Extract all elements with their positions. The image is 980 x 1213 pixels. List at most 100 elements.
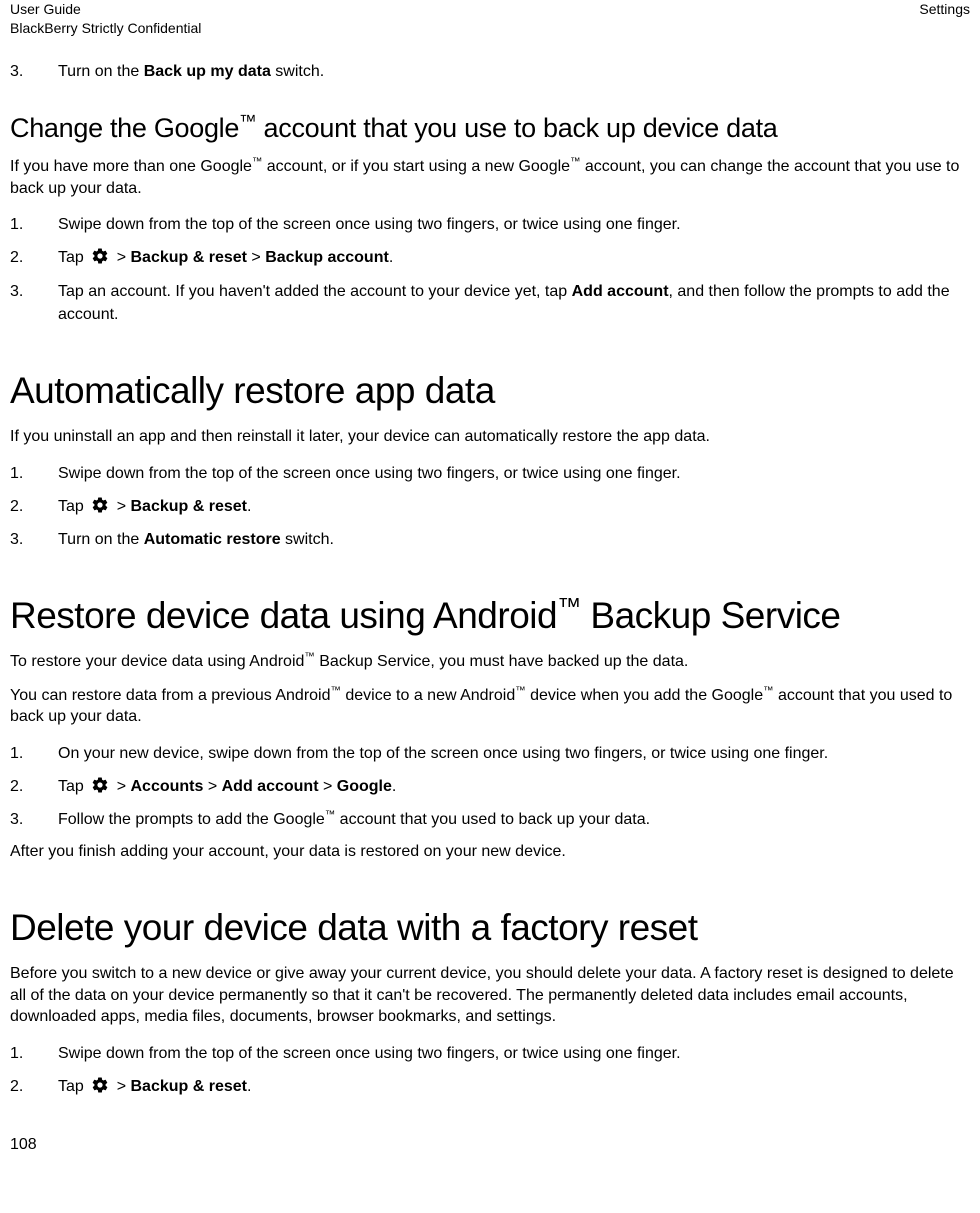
heading-text: account that you use to back up device d…	[256, 113, 777, 143]
trademark-icon: ™	[239, 111, 256, 131]
header-title: User Guide	[10, 0, 201, 19]
trademark-icon: ™	[570, 157, 580, 168]
step-number: 2.	[10, 495, 23, 518]
page-number: 108	[10, 1136, 970, 1154]
section-heading-restore-android: Restore device data using Android™ Backu…	[10, 595, 970, 637]
list-item: 1. Swipe down from the top of the screen…	[10, 462, 970, 485]
step-text: >	[112, 249, 130, 266]
step-number: 1.	[10, 462, 23, 485]
paragraph-text: account, or if you start using a new Goo…	[262, 158, 570, 175]
step-text: Tap	[58, 249, 88, 266]
settings-gear-icon	[91, 247, 109, 265]
step-number: 3.	[10, 60, 23, 83]
step-text: Turn on the	[58, 531, 144, 548]
list-item: 1. Swipe down from the top of the screen…	[10, 213, 970, 236]
section1-steps: 1. Swipe down from the top of the screen…	[10, 213, 970, 326]
paragraph-text: If you have more than one Google	[10, 158, 252, 175]
step-text: Swipe down from the top of the screen on…	[58, 1045, 681, 1062]
paragraph-text: To restore your device data using Androi…	[10, 653, 304, 670]
list-item: 2. Tap > Backup & reset.	[10, 495, 970, 518]
section-heading-change-google: Change the Google™ account that you use …	[10, 113, 970, 144]
step-text: Turn on the	[58, 63, 144, 80]
list-item: 2. Tap > Accounts > Add account > Google…	[10, 775, 970, 798]
header-left: User Guide BlackBerry Strictly Confident…	[10, 0, 201, 38]
paragraph-text: device to a new Android	[341, 687, 515, 704]
body-paragraph: Before you switch to a new device or giv…	[10, 963, 970, 1028]
step-number: 1.	[10, 1042, 23, 1065]
step-text: switch.	[271, 63, 324, 80]
step-number: 1.	[10, 742, 23, 765]
heading-text: Change the Google	[10, 113, 239, 143]
step-text: Follow the prompts to add the Google	[58, 811, 325, 828]
list-item: 3. Tap an account. If you haven't added …	[10, 280, 970, 326]
step-text: .	[389, 249, 393, 266]
step-text: account that you used to back up your da…	[335, 811, 650, 828]
paragraph-text: You can restore data from a previous And…	[10, 687, 331, 704]
step-number: 2.	[10, 775, 23, 798]
step-number: 3.	[10, 528, 23, 551]
body-paragraph: To restore your device data using Androi…	[10, 651, 970, 673]
step-bold: Backup & reset	[130, 498, 247, 515]
section2-steps: 1. Swipe down from the top of the screen…	[10, 462, 970, 552]
step-text: Tap an account. If you haven't added the…	[58, 283, 572, 300]
settings-gear-icon	[91, 776, 109, 794]
body-paragraph: After you finish adding your account, yo…	[10, 841, 970, 863]
step-bold: Accounts	[130, 778, 203, 795]
step-bold: Add account	[222, 778, 319, 795]
step-text: >	[112, 1078, 130, 1095]
body-paragraph: You can restore data from a previous And…	[10, 685, 970, 728]
step-number: 2.	[10, 246, 23, 269]
step-bold: Google	[337, 778, 392, 795]
list-item: 3. Follow the prompts to add the Google™…	[10, 808, 970, 831]
list-item: 3. Turn on the Automatic restore switch.	[10, 528, 970, 551]
list-item: 1. Swipe down from the top of the screen…	[10, 1042, 970, 1065]
step-bold: Backup & reset	[130, 249, 247, 266]
step-bold: Back up my data	[144, 63, 271, 80]
step-text: Swipe down from the top of the screen on…	[58, 216, 681, 233]
section-heading-factory-reset: Delete your device data with a factory r…	[10, 907, 970, 949]
settings-gear-icon	[91, 1076, 109, 1094]
header-confidential: BlackBerry Strictly Confidential	[10, 19, 201, 38]
step-bold: Backup & reset	[130, 1078, 247, 1095]
step-text: Tap	[58, 1078, 88, 1095]
trademark-icon: ™	[325, 810, 335, 821]
step-text: .	[247, 498, 251, 515]
list-item: 1. On your new device, swipe down from t…	[10, 742, 970, 765]
heading-text: Restore device data using Android	[10, 595, 557, 636]
step-number: 1.	[10, 213, 23, 236]
paragraph-text: Backup Service, you must have backed up …	[315, 653, 689, 670]
step-text: >	[247, 249, 265, 266]
step-text: >	[203, 778, 221, 795]
trademark-icon: ™	[304, 652, 314, 663]
trademark-icon: ™	[557, 594, 581, 621]
step-bold: Add account	[572, 283, 669, 300]
section3-steps: 1. On your new device, swipe down from t…	[10, 742, 970, 832]
step-text: .	[247, 1078, 251, 1095]
trademark-icon: ™	[331, 685, 341, 696]
step-text: >	[112, 778, 130, 795]
step-text: Swipe down from the top of the screen on…	[58, 465, 681, 482]
body-paragraph: If you uninstall an app and then reinsta…	[10, 426, 970, 448]
step-text: >	[319, 778, 337, 795]
heading-text: Backup Service	[581, 595, 841, 636]
step-text: >	[112, 498, 130, 515]
section4-steps: 1. Swipe down from the top of the screen…	[10, 1042, 970, 1098]
step-number: 3.	[10, 280, 23, 303]
step-bold: Backup account	[265, 249, 389, 266]
step-number: 2.	[10, 1075, 23, 1098]
step-text: Tap	[58, 498, 88, 515]
step-text: .	[392, 778, 396, 795]
paragraph-text: device when you add the Google	[526, 687, 764, 704]
trademark-icon: ™	[252, 157, 262, 168]
section-heading-auto-restore: Automatically restore app data	[10, 370, 970, 412]
intro-steps: 3. Turn on the Back up my data switch.	[10, 60, 970, 83]
step-text: switch.	[281, 531, 334, 548]
step-text: On your new device, swipe down from the …	[58, 745, 828, 762]
list-item: 2. Tap > Backup & reset > Backup account…	[10, 246, 970, 269]
body-paragraph: If you have more than one Google™ accoun…	[10, 156, 970, 199]
trademark-icon: ™	[515, 685, 525, 696]
list-item: 2. Tap > Backup & reset.	[10, 1075, 970, 1098]
step-number: 3.	[10, 808, 23, 831]
page-header: User Guide BlackBerry Strictly Confident…	[10, 0, 970, 38]
settings-gear-icon	[91, 496, 109, 514]
